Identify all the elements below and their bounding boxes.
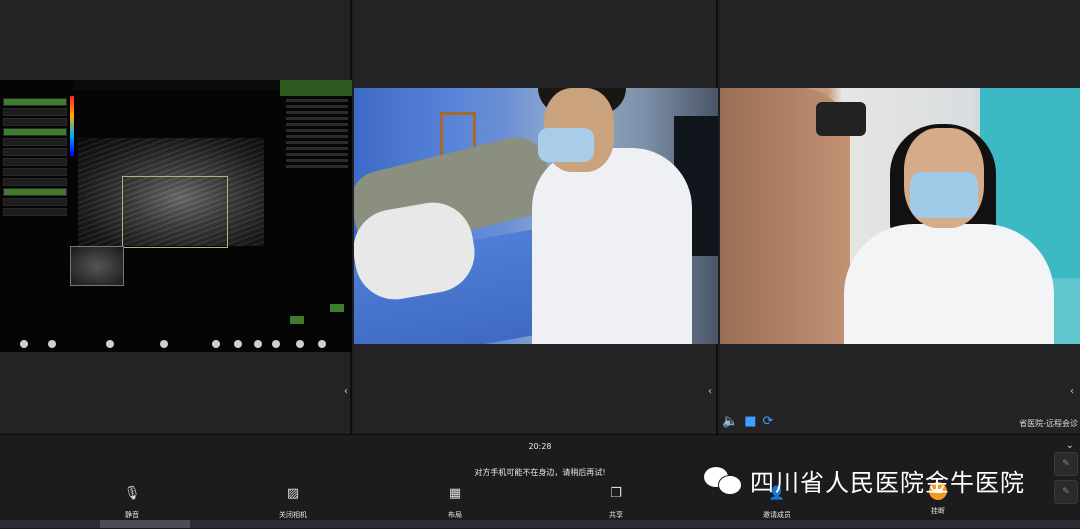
watermark: 四川省人民医院金牛医院 [704,460,1025,500]
layout-button[interactable]: ▦ 布局 [425,486,485,520]
ultrasound-knob-row [0,320,352,352]
participant-name: 省医院-远程会诊 [1019,419,1078,428]
wechat-logo-icon [704,465,742,495]
camera-off-button[interactable]: ▨ 关闭相机 [263,486,323,520]
ultrasound-roi-box [122,176,228,248]
doctor-coat [844,224,1054,344]
share-icon: ❐ [610,486,622,501]
collapse-chevron-icon[interactable]: ‹ [344,386,348,397]
ultrasound-thumbnail [70,246,124,286]
camera-off-icon: ▨ [286,486,300,501]
side-tool-icons: ✎ ✎ [1054,452,1078,504]
ultrasound-parameters [282,96,352,296]
share-button[interactable]: ❐ 共享 [586,486,646,520]
mute-button[interactable]: 🎙 静音 [102,486,162,520]
mic-off-icon: 🎙 [123,486,141,501]
ultrasound-green-button [330,304,344,312]
ultrasound-menu [0,96,70,316]
edit-icon[interactable]: ✎ [1054,480,1078,504]
collapse-chevron-icon[interactable]: ‹ [708,386,712,397]
camera-feed-consultation [720,88,1080,344]
video-camera-icon[interactable]: ■ [744,414,756,430]
collapse-chevron-icon[interactable]: ‹ [1070,386,1074,397]
ultrasound-header-bar [74,80,280,90]
edit-icon[interactable]: ✎ [1054,452,1078,476]
taskbar-active-item[interactable] [100,520,190,528]
ultrasound-active-tab [280,80,352,96]
ultrasound-feed [0,80,352,352]
call-timer: 20:28 [528,442,552,451]
ultrasound-color-scale [70,96,74,156]
camera-feed-exam-room [354,88,718,344]
doctor-mask [910,172,978,218]
speaker-icon[interactable]: 🔈 [722,414,738,430]
layout-icon: ▦ [448,486,462,501]
switch-camera-icon[interactable]: ⟳ [762,414,773,430]
watermark-text: 四川省人民医院金牛医院 [750,468,1025,497]
photographer-camera [816,102,866,136]
doctor-mask [538,128,594,162]
taskbar [0,520,1080,528]
participant-controls: 🔈 ■ ⟳ [722,414,773,430]
doctor-coat [532,148,692,344]
